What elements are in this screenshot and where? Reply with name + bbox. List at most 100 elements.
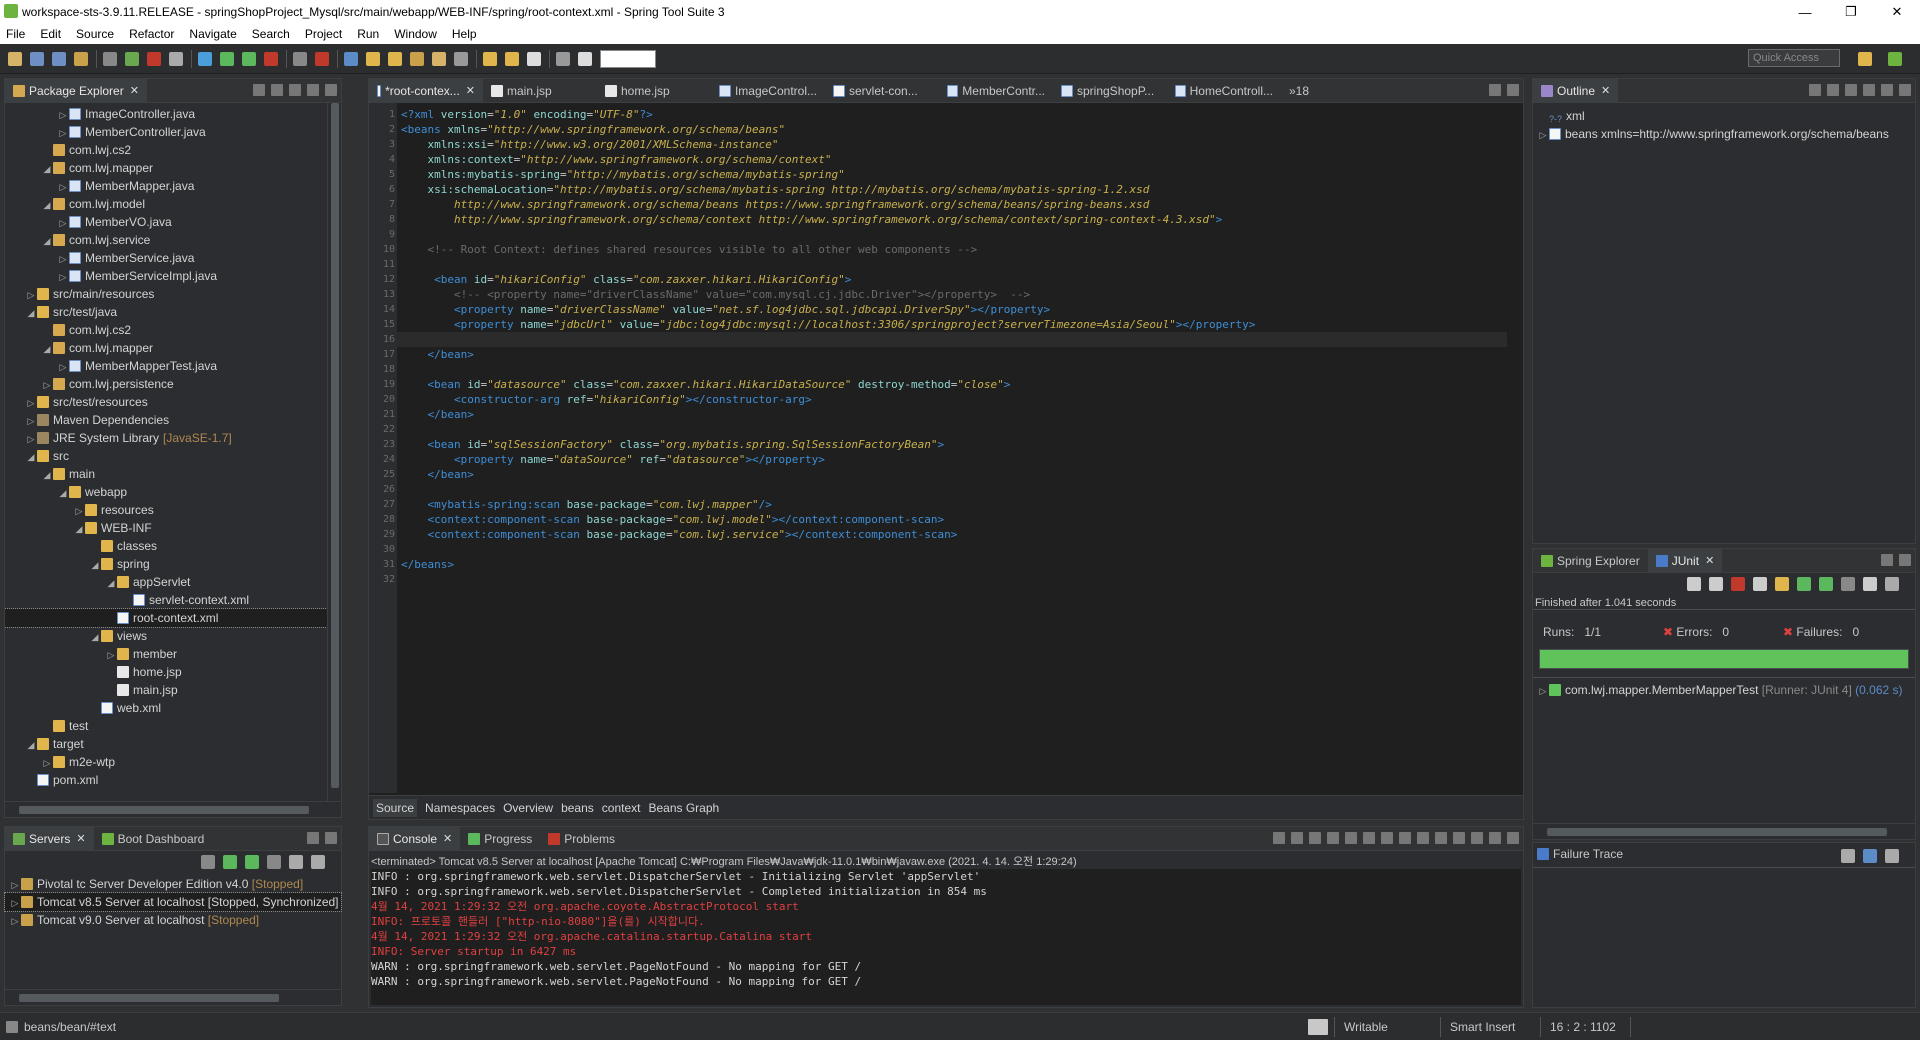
expand-toggle-icon[interactable]: ▷ (57, 268, 69, 286)
expand-toggle-icon[interactable]: ▷ (9, 912, 21, 930)
expand-toggle-icon[interactable]: ▷ (25, 412, 37, 430)
editor-tab[interactable]: *root-contex... ✕ (369, 78, 483, 103)
tab-outline[interactable]: Outline ✕ (1533, 78, 1619, 103)
editor-tab[interactable]: springShopP... (1053, 79, 1167, 103)
explorer-vscrollbar[interactable] (327, 103, 341, 801)
tree-item[interactable]: ◢ com.lwj.mapper (5, 159, 327, 177)
show-on-output-icon[interactable] (1399, 832, 1411, 844)
tree-item[interactable]: ▷ MemberMapper.java (5, 177, 327, 195)
minimize-icon[interactable] (307, 832, 319, 844)
expand-toggle-icon[interactable]: ◢ (57, 484, 69, 502)
next-failure-icon[interactable] (1687, 577, 1701, 591)
expand-toggle-icon[interactable]: ▷ (57, 124, 69, 142)
pin-console-icon[interactable] (1435, 832, 1447, 844)
editor-tab[interactable]: MemberContr... (939, 79, 1053, 103)
expand-toggle-icon[interactable]: ▷ (57, 214, 69, 232)
pin-editor-icon[interactable] (556, 51, 570, 66)
close-icon[interactable]: ✕ (130, 84, 139, 97)
maximize-icon[interactable] (1899, 554, 1911, 566)
server-item[interactable]: ▷ Tomcat v9.0 Server at localhost [Stoppe… (5, 911, 341, 929)
save-icon[interactable] (30, 51, 44, 66)
tree-item[interactable]: ◢ webapp (5, 483, 327, 501)
expand-toggle-icon[interactable]: ▷ (57, 250, 69, 268)
tab-progress[interactable]: Progress (460, 827, 540, 851)
xml-source-editor[interactable]: <?xml version="1.0" encoding="UTF-8"?> <b… (397, 103, 1513, 793)
close-button[interactable]: ✕ (1874, 4, 1920, 20)
close-icon[interactable]: ✕ (443, 832, 452, 845)
profile-server-icon[interactable] (245, 855, 259, 869)
tree-item[interactable]: ◢ target (5, 735, 327, 753)
tree-item[interactable]: classes (5, 537, 327, 555)
rerun-failed-icon[interactable] (1819, 577, 1833, 591)
tree-item[interactable]: ◢ src (5, 447, 327, 465)
tree-item[interactable]: ◢ WEB-INF (5, 519, 327, 537)
copy-trace-icon[interactable] (1885, 849, 1899, 863)
new-package-icon[interactable] (344, 51, 358, 66)
close-icon[interactable]: ✕ (1705, 554, 1714, 567)
expand-toggle-icon[interactable]: ◢ (41, 196, 53, 214)
stop-server-icon[interactable] (267, 855, 281, 869)
tree-item[interactable]: ▷ MemberVO.java (5, 213, 327, 231)
view-menu-icon[interactable] (1885, 577, 1899, 591)
tree-item[interactable]: ▷ src/test/resources (5, 393, 327, 411)
tree-item[interactable]: test (5, 717, 327, 735)
relaunch-icon[interactable] (169, 51, 183, 66)
tab-junit[interactable]: JUnit ✕ (1647, 548, 1723, 573)
expand-toggle-icon[interactable]: ◢ (105, 574, 117, 592)
link-editor-icon[interactable] (271, 84, 283, 96)
remove-launch-icon[interactable] (1309, 832, 1321, 844)
maximize-icon[interactable] (325, 832, 337, 844)
zoom-combo[interactable] (600, 49, 656, 68)
menu-navigate[interactable]: Navigate (189, 27, 236, 41)
back-icon[interactable] (483, 51, 497, 66)
open-task-icon[interactable] (432, 51, 446, 66)
tab-console[interactable]: Console ✕ (369, 826, 461, 851)
run-icon[interactable] (220, 51, 234, 66)
minimize-icon[interactable] (1881, 84, 1893, 96)
start-server-icon[interactable] (223, 855, 237, 869)
display-console-icon[interactable] (1453, 832, 1465, 844)
maximize-icon[interactable] (1507, 84, 1519, 96)
expand-toggle-icon[interactable]: ◢ (25, 448, 37, 466)
tree-item[interactable]: ▷ ImageController.java (5, 105, 327, 123)
close-icon[interactable]: ✕ (1601, 84, 1610, 97)
skip-breakpoints-icon[interactable] (103, 51, 117, 66)
view-menu-icon[interactable] (1863, 84, 1875, 96)
spring-perspective-icon[interactable] (1888, 52, 1902, 66)
expand-toggle-icon[interactable]: ▷ (41, 754, 53, 772)
expand-toggle-icon[interactable]: ▷ (57, 358, 69, 376)
explorer-hscrollbar[interactable] (5, 801, 341, 817)
close-icon[interactable]: ✕ (466, 84, 475, 97)
tab-package-explorer[interactable]: Package Explorer ✕ (5, 78, 147, 103)
expand-toggle-icon[interactable]: ◢ (25, 304, 37, 322)
menu-refactor[interactable]: Refactor (129, 27, 174, 41)
open-type-icon[interactable] (388, 51, 402, 66)
expand-toggle-icon[interactable]: ▷ (9, 876, 21, 894)
expand-toggle-icon[interactable]: ◢ (41, 160, 53, 178)
menu-search[interactable]: Search (252, 27, 290, 41)
tree-item[interactable]: com.lwj.cs2 (5, 321, 327, 339)
expand-toggle-icon[interactable]: ▷ (25, 286, 37, 304)
history-icon[interactable] (1863, 577, 1877, 591)
outline-item-xml[interactable]: ?-? xml (1537, 107, 1915, 125)
expand-toggle-icon[interactable]: ▷ (73, 502, 85, 520)
close-icon[interactable]: ✕ (76, 832, 85, 845)
outline-item-beans[interactable]: ▷ beans xmlns=http://www.springframework.… (1537, 125, 1915, 143)
expand-toggle-icon[interactable]: ▷ (57, 178, 69, 196)
menu-file[interactable]: File (6, 27, 25, 41)
prev-failure-icon[interactable] (1709, 577, 1723, 591)
new-icon[interactable] (8, 51, 22, 66)
menu-project[interactable]: Project (305, 27, 342, 41)
editor-page-tab[interactable]: beans (561, 801, 594, 815)
minimize-icon[interactable] (1489, 832, 1501, 844)
tree-item[interactable]: ◢ appServlet (5, 573, 327, 591)
tree-item[interactable]: ▷ m2e-wtp (5, 753, 327, 771)
expand-toggle-icon[interactable]: ▷ (25, 394, 37, 412)
show-on-error-icon[interactable] (1417, 832, 1429, 844)
filter-trace-icon[interactable] (1841, 849, 1855, 863)
servers-hscrollbar[interactable] (5, 989, 341, 1005)
stop-icon[interactable] (147, 51, 161, 66)
remove-all-icon[interactable] (1327, 832, 1339, 844)
tree-item[interactable]: ▷ MemberMapperTest.java (5, 357, 327, 375)
minimize-icon[interactable] (1489, 84, 1501, 96)
